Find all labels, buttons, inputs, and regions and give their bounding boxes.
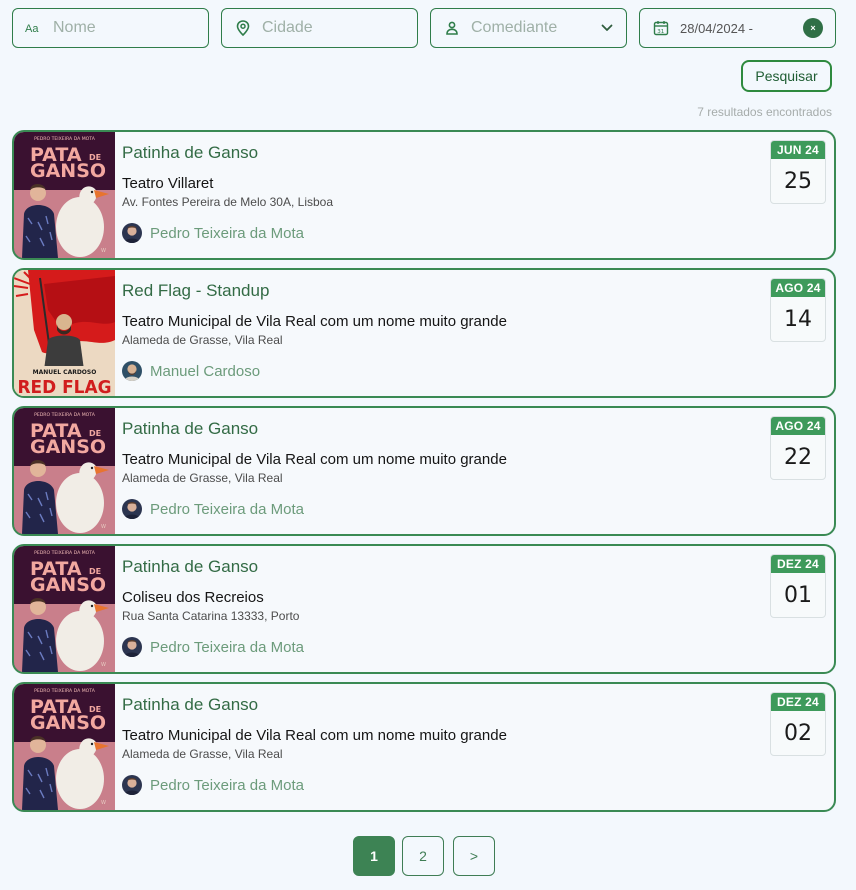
show-venue: Coliseu dos Recreios <box>122 589 264 606</box>
show-address: Alameda de Grasse, Vila Real <box>122 471 283 485</box>
chevron-down-icon <box>600 21 614 35</box>
date-range-value: 28/04/2024 - <box>680 20 754 36</box>
name-filter[interactable]: Aa Nome <box>12 8 209 48</box>
show-card[interactable]: MANUEL CARDOSO RED FLAG Red Flag - Stand… <box>12 268 836 398</box>
page-1-button[interactable]: 1 <box>353 836 395 876</box>
svg-text:PEDRO TEIXEIRA DA MOTA: PEDRO TEIXEIRA DA MOTA <box>34 136 96 142</box>
date-range-filter[interactable]: 31 28/04/2024 - × <box>639 8 836 48</box>
person-icon <box>443 19 461 37</box>
category-select[interactable]: Comediante <box>430 8 627 48</box>
svg-text:RED FLAG: RED FLAG <box>18 377 112 396</box>
svg-text:GANSO: GANSO <box>30 160 106 182</box>
date-month: JUN 24 <box>771 141 825 159</box>
city-placeholder: Cidade <box>262 19 313 36</box>
calendar-icon: 31 <box>652 19 670 37</box>
page-2-button[interactable]: 2 <box>402 836 444 876</box>
artist-link[interactable]: Pedro Teixeira da Mota <box>122 775 304 795</box>
svg-text:PEDRO TEIXEIRA DA MOTA: PEDRO TEIXEIRA DA MOTA <box>34 412 96 418</box>
show-address: Av. Fontes Pereira de Melo 30A, Lisboa <box>122 195 334 209</box>
artist-name: Manuel Cardoso <box>150 362 261 380</box>
artist-name: Pedro Teixeira da Mota <box>150 224 304 242</box>
show-poster: PEDRO TEIXEIRA DA MOTA PATA DE GANSO W <box>14 684 115 810</box>
search-button[interactable]: Pesquisar <box>741 60 832 92</box>
show-card[interactable]: PEDRO TEIXEIRA DA MOTA PATA DE GANSO W P… <box>12 544 836 674</box>
show-address: Alameda de Grasse, Vila Real <box>122 333 283 347</box>
show-title: Patinha de Ganso <box>122 143 259 162</box>
avatar <box>122 223 142 243</box>
text-icon: Aa <box>25 19 43 37</box>
svg-text:GANSO: GANSO <box>30 574 106 596</box>
date-month: AGO 24 <box>771 417 825 435</box>
date-badge: JUN 24 25 <box>770 140 826 204</box>
show-poster: PEDRO TEIXEIRA DA MOTA PATA DE GANSO W <box>14 408 115 534</box>
show-title: Patinha de Ganso <box>122 557 259 576</box>
artist-link[interactable]: Pedro Teixeira da Mota <box>122 499 304 519</box>
svg-text:W: W <box>101 524 106 530</box>
svg-text:Aa: Aa <box>25 23 39 35</box>
svg-text:31: 31 <box>657 29 664 35</box>
show-poster: PEDRO TEIXEIRA DA MOTA PATA DE GANSO W <box>14 132 115 258</box>
avatar <box>122 361 142 381</box>
date-badge: AGO 24 14 <box>770 278 826 342</box>
svg-text:W: W <box>101 662 106 668</box>
location-pin-icon <box>234 19 252 37</box>
show-poster: PEDRO TEIXEIRA DA MOTA PATA DE GANSO W <box>14 546 115 672</box>
avatar <box>122 499 142 519</box>
show-title: Red Flag - Standup <box>122 281 270 300</box>
date-day: 22 <box>784 444 812 470</box>
date-month: DEZ 24 <box>771 693 825 711</box>
date-badge: AGO 24 22 <box>770 416 826 480</box>
date-month: DEZ 24 <box>771 555 825 573</box>
show-venue: Teatro Municipal de Vila Real com um nom… <box>122 313 507 330</box>
show-title: Patinha de Ganso <box>122 695 259 714</box>
artist-name: Pedro Teixeira da Mota <box>150 638 304 656</box>
date-day: 02 <box>784 720 812 746</box>
results-count: 7 resultados encontrados <box>697 105 832 119</box>
avatar <box>122 637 142 657</box>
show-venue: Teatro Villaret <box>122 175 214 192</box>
artist-link[interactable]: Manuel Cardoso <box>122 361 260 381</box>
show-address: Alameda de Grasse, Vila Real <box>122 747 283 761</box>
svg-text:MANUEL CARDOSO: MANUEL CARDOSO <box>33 369 97 376</box>
svg-text:PEDRO TEIXEIRA DA MOTA: PEDRO TEIXEIRA DA MOTA <box>34 688 96 694</box>
show-title: Patinha de Ganso <box>122 419 259 438</box>
date-day: 14 <box>784 306 812 332</box>
date-badge: DEZ 24 02 <box>770 692 826 756</box>
date-day: 25 <box>784 168 812 194</box>
show-venue: Teatro Municipal de Vila Real com um nom… <box>122 727 507 744</box>
avatar <box>122 775 142 795</box>
artist-name: Pedro Teixeira da Mota <box>150 500 304 518</box>
show-card[interactable]: PEDRO TEIXEIRA DA MOTA PATA DE GANSO W P… <box>12 406 836 536</box>
svg-text:W: W <box>101 800 106 806</box>
city-filter[interactable]: Cidade <box>221 8 418 48</box>
artist-link[interactable]: Pedro Teixeira da Mota <box>122 637 304 657</box>
artist-link[interactable]: Pedro Teixeira da Mota <box>122 223 304 243</box>
show-poster: MANUEL CARDOSO RED FLAG <box>14 270 115 396</box>
clear-date-button[interactable]: × <box>803 18 823 38</box>
show-address: Rua Santa Catarina 13333, Porto <box>122 609 300 623</box>
next-page-button[interactable]: > <box>453 836 495 876</box>
category-value: Comediante <box>471 19 558 36</box>
show-venue: Teatro Municipal de Vila Real com um nom… <box>122 451 507 468</box>
svg-text:GANSO: GANSO <box>30 436 106 458</box>
svg-text:PEDRO TEIXEIRA DA MOTA: PEDRO TEIXEIRA DA MOTA <box>34 550 96 556</box>
show-card[interactable]: PEDRO TEIXEIRA DA MOTA PATA DE GANSO W P… <box>12 682 836 812</box>
show-card[interactable]: PEDRO TEIXEIRA DA MOTA PATA DE GANSO W P… <box>12 130 836 260</box>
name-placeholder: Nome <box>53 19 96 36</box>
date-day: 01 <box>784 582 812 608</box>
artist-name: Pedro Teixeira da Mota <box>150 776 304 794</box>
date-badge: DEZ 24 01 <box>770 554 826 618</box>
svg-text:W: W <box>101 248 106 254</box>
svg-text:GANSO: GANSO <box>30 712 106 734</box>
date-month: AGO 24 <box>771 279 825 297</box>
